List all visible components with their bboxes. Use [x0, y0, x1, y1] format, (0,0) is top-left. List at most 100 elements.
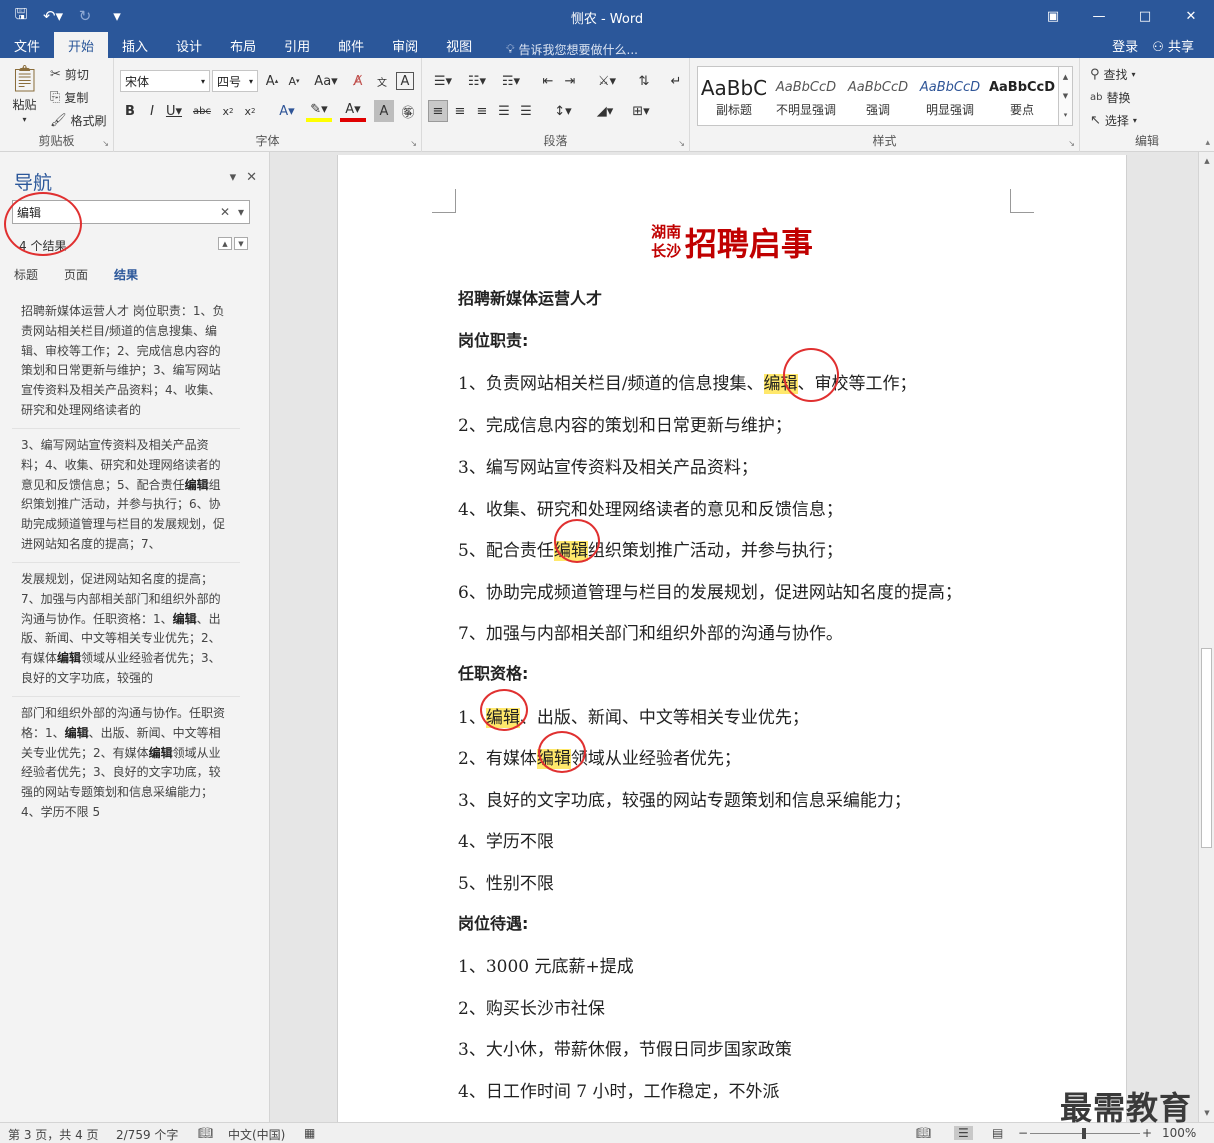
language-indicator[interactable]: 中文(中国) [228, 1126, 285, 1143]
italic-icon[interactable]: I [142, 100, 162, 122]
style-emphasis[interactable]: AaBbCcD 强调 [842, 67, 914, 125]
line-spacing-icon[interactable]: ↕▾ [548, 100, 578, 122]
shrink-font-icon[interactable]: A ▾ [284, 70, 304, 92]
replace-button[interactable]: ab 替换 [1090, 89, 1131, 106]
close-icon[interactable]: ✕ [1168, 0, 1214, 32]
find-button[interactable]: ⚲ 查找 ▾ [1090, 66, 1136, 83]
chevron-down-icon[interactable]: ▾ [230, 170, 237, 185]
distributed-icon[interactable]: ☰ [516, 100, 536, 122]
char-border-icon[interactable]: A [396, 72, 414, 90]
search-result[interactable]: 发展规划，促进网站知名度的提高； 7、加强与内部相关部门和组织外部的 沟通与协作… [21, 570, 231, 689]
tell-me-box[interactable]: 💡︎ 告诉我您想要做什么... [486, 41, 638, 58]
nav-tab-headings[interactable]: 标题 [14, 266, 38, 283]
styles-gallery-scroll[interactable]: ▲ ▼ ▾ [1059, 66, 1073, 126]
chinese-layout-icon[interactable]: ⚔▾ [592, 70, 622, 92]
dialog-launcher-icon[interactable]: ↘ [102, 139, 109, 148]
style-strong[interactable]: AaBbCcD 要点 [986, 67, 1058, 125]
close-icon[interactable]: ✕ [246, 170, 257, 185]
dialog-launcher-icon[interactable]: ↘ [1068, 139, 1075, 148]
highlight-color-icon[interactable]: ✎▾ [306, 100, 332, 122]
chevron-down-icon[interactable]: ▾ [233, 205, 249, 219]
tab-review[interactable]: 审阅 [378, 32, 432, 58]
change-case-icon[interactable]: Aa▾ [312, 70, 340, 92]
font-name-combo[interactable]: 宋体 ▾ [120, 70, 210, 92]
ribbon-display-icon[interactable]: ▣ [1030, 0, 1076, 32]
macro-icon[interactable]: ▦ [304, 1126, 315, 1140]
search-result[interactable]: 3、编写网站宣传资料及相关产品资 料；4、收集、研究和处理网络读者的 意见和反馈… [21, 436, 231, 555]
zoom-out-icon[interactable]: − [1018, 1126, 1028, 1140]
zoom-slider-thumb[interactable] [1082, 1128, 1086, 1139]
collapse-ribbon-icon[interactable]: ▴ [1205, 138, 1210, 148]
minimize-icon[interactable]: — [1076, 0, 1122, 32]
increase-indent-icon[interactable]: ⇥ [560, 70, 580, 92]
previous-result-icon[interactable]: ▲ [218, 237, 232, 250]
word-count[interactable]: 2/759 个字 [116, 1126, 178, 1143]
tab-references[interactable]: 引用 [270, 32, 324, 58]
enclose-char-icon[interactable]: ㉇ [398, 100, 418, 122]
tab-mailings[interactable]: 邮件 [324, 32, 378, 58]
nav-tab-results[interactable]: 结果 [114, 266, 138, 283]
align-left-icon[interactable]: ≡ [428, 100, 448, 122]
next-result-icon[interactable]: ▼ [234, 237, 248, 250]
dialog-launcher-icon[interactable]: ↘ [410, 139, 417, 148]
format-painter-button[interactable]: 🖌︎ 格式刷 [50, 112, 107, 129]
superscript-icon[interactable]: x2 [240, 100, 260, 122]
clear-format-icon[interactable]: A̸ [348, 70, 368, 92]
tab-insert[interactable]: 插入 [108, 32, 162, 58]
char-shading-icon[interactable]: A [374, 100, 394, 122]
font-size-combo[interactable]: 四号 ▾ [212, 70, 258, 92]
borders-icon[interactable]: ⊞▾ [626, 100, 656, 122]
signin-link[interactable]: 登录 [1112, 36, 1138, 55]
text-effects-icon[interactable]: A▾ [274, 100, 300, 122]
share-button[interactable]: ⚇ 共享 [1152, 36, 1194, 55]
align-center-icon[interactable]: ≡ [450, 100, 470, 122]
tab-design[interactable]: 设计 [162, 32, 216, 58]
decrease-indent-icon[interactable]: ⇤ [538, 70, 558, 92]
select-button[interactable]: ↖ 选择 ▾ [1090, 112, 1137, 129]
show-marks-icon[interactable]: ↵ [666, 70, 686, 92]
read-mode-icon[interactable]: 📖︎ [916, 1126, 931, 1140]
style-intense-emphasis[interactable]: AaBbCcD 明显强调 [914, 67, 986, 125]
strikethrough-icon[interactable]: abc [192, 100, 212, 122]
web-layout-icon[interactable]: ▤ [992, 1126, 1003, 1140]
copy-button[interactable]: ⎘ 复制 [50, 89, 88, 106]
more-icon[interactable]: ▾ [1064, 111, 1068, 119]
phonetic-guide-icon[interactable]: 文 [372, 70, 392, 92]
paste-button[interactable]: 📋︎ 粘贴 ▾ [8, 64, 41, 124]
print-layout-icon[interactable]: ☰ [954, 1126, 973, 1140]
numbering-icon[interactable]: ☷▾ [462, 70, 492, 92]
sort-icon[interactable]: ⇅ [634, 70, 654, 92]
chevron-up-icon[interactable]: ▲ [1063, 73, 1068, 81]
style-subtitle[interactable]: AaBbC 副标题 [698, 67, 770, 125]
search-result[interactable]: 招聘新媒体运营人才 岗位职责：1、负 责网站相关栏目/频道的信息搜集、编 辑、审… [21, 302, 231, 421]
nav-tab-pages[interactable]: 页面 [64, 266, 88, 283]
tab-view[interactable]: 视图 [432, 32, 486, 58]
vertical-scrollbar[interactable]: ▲ ▼ [1198, 152, 1214, 1122]
clear-search-icon[interactable]: ✕ [217, 205, 233, 219]
page-indicator[interactable]: 第 3 页，共 4 页 [8, 1126, 99, 1143]
font-color-icon[interactable]: A▾ [340, 100, 366, 122]
underline-icon[interactable]: U▾ [164, 100, 184, 122]
cut-button[interactable]: ✂ 剪切 [50, 66, 89, 83]
justify-icon[interactable]: ☰ [494, 100, 514, 122]
scrollbar-thumb[interactable] [1201, 648, 1212, 848]
multilevel-list-icon[interactable]: ☶▾ [496, 70, 526, 92]
align-right-icon[interactable]: ≡ [472, 100, 492, 122]
tab-layout[interactable]: 布局 [216, 32, 270, 58]
shading-icon[interactable]: ◢▾ [590, 100, 620, 122]
tab-file[interactable]: 文件 [0, 32, 54, 58]
search-result[interactable]: 部门和组织外部的沟通与协作。任职资 格：1、编辑、出版、新闻、中文等相 关专业优… [21, 704, 231, 823]
proofing-icon[interactable]: 📖︎ [198, 1126, 213, 1140]
maximize-icon[interactable]: □ [1122, 0, 1168, 32]
nav-search-input[interactable]: 编辑 ✕ ▾ [12, 200, 250, 224]
style-subtle-emphasis[interactable]: AaBbCcD 不明显强调 [770, 67, 842, 125]
tab-home[interactable]: 开始 [54, 32, 109, 58]
chevron-down-icon[interactable]: ▼ [1063, 92, 1068, 100]
bullets-icon[interactable]: ☰▾ [428, 70, 458, 92]
bold-icon[interactable]: B [120, 100, 140, 122]
subscript-icon[interactable]: x2 [218, 100, 238, 122]
document-page[interactable]: 湖南 长沙 招聘启事 招聘新媒体运营人才 岗位职责: 1、负责网站相关栏目/频道… [337, 155, 1127, 1143]
dialog-launcher-icon[interactable]: ↘ [678, 139, 685, 148]
scroll-up-icon[interactable]: ▲ [1199, 154, 1214, 168]
grow-font-icon[interactable]: A ▴ [262, 70, 282, 92]
